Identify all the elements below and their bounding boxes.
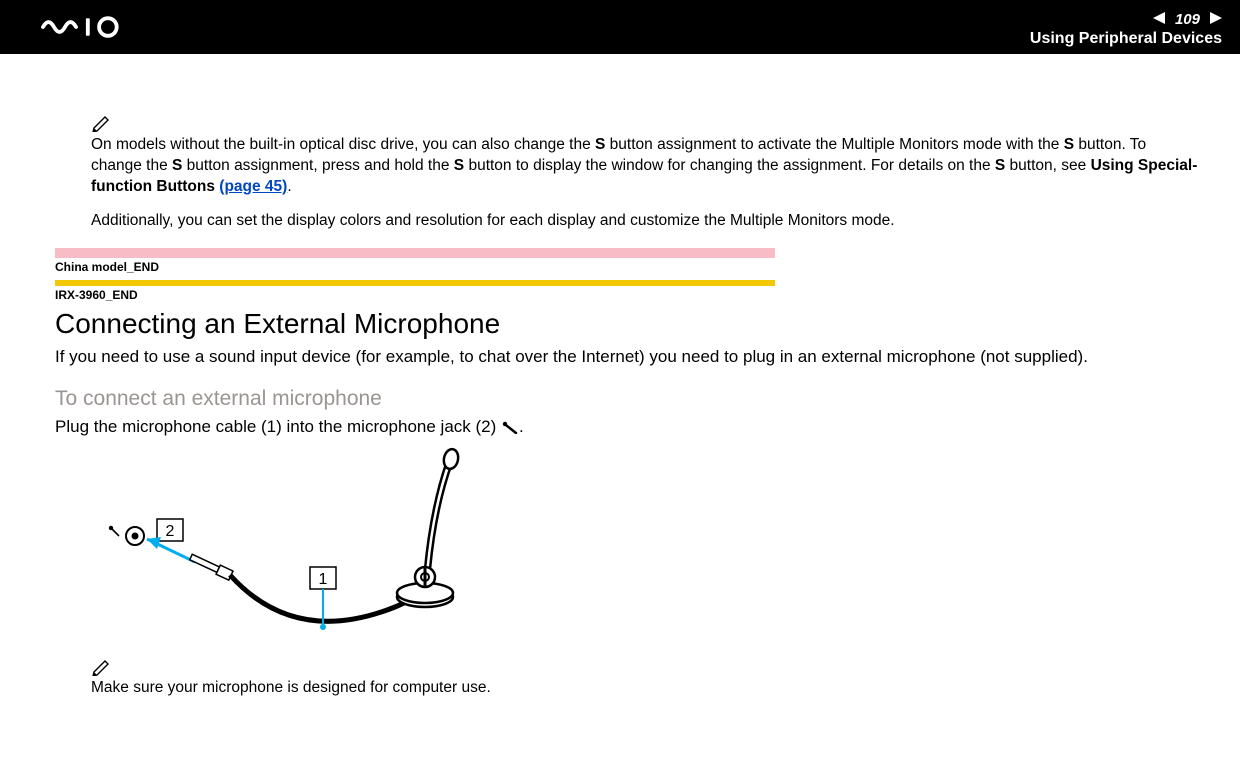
intro-paragraph: If you need to use a sound input device … bbox=[55, 346, 1200, 369]
page-header: 109 Using Peripheral Devices bbox=[0, 0, 1240, 54]
note-block-2: Make sure your microphone is designed fo… bbox=[91, 658, 1200, 697]
tag-china: China model_END bbox=[55, 260, 1200, 274]
sub-heading: To connect an external microphone bbox=[55, 387, 1200, 411]
heading: Connecting an External Microphone bbox=[55, 308, 1200, 340]
next-page-arrow-icon[interactable] bbox=[1204, 12, 1222, 26]
header-right: 109 Using Peripheral Devices bbox=[1030, 7, 1222, 48]
callout-2: 2 bbox=[166, 523, 175, 540]
page-nav: 109 bbox=[1153, 11, 1222, 28]
note-extra-text: Additionally, you can set the display co… bbox=[91, 212, 1200, 230]
note-text-1: On models without the built-in optical d… bbox=[91, 135, 1200, 198]
pink-divider bbox=[55, 248, 775, 258]
note-icon bbox=[91, 658, 1200, 679]
note-text-2: Make sure your microphone is designed fo… bbox=[91, 679, 1200, 697]
note-block-1: On models without the built-in optical d… bbox=[91, 114, 1200, 230]
vaio-logo bbox=[28, 16, 168, 38]
section-title: Using Peripheral Devices bbox=[1030, 30, 1222, 48]
microphone-figure: 2 1 bbox=[95, 447, 1200, 652]
page-number: 109 bbox=[1175, 11, 1200, 28]
callout-1: 1 bbox=[319, 571, 328, 588]
prev-page-arrow-icon[interactable] bbox=[1153, 12, 1171, 26]
page-content: On models without the built-in optical d… bbox=[0, 54, 1240, 717]
note-icon bbox=[91, 114, 1200, 135]
tag-irx: IRX-3960_END bbox=[55, 288, 1200, 302]
microphone-icon bbox=[501, 420, 519, 434]
yellow-divider bbox=[55, 280, 775, 286]
page-link[interactable]: (page 45) bbox=[219, 178, 287, 195]
instruction: Plug the microphone cable (1) into the m… bbox=[55, 417, 1200, 437]
